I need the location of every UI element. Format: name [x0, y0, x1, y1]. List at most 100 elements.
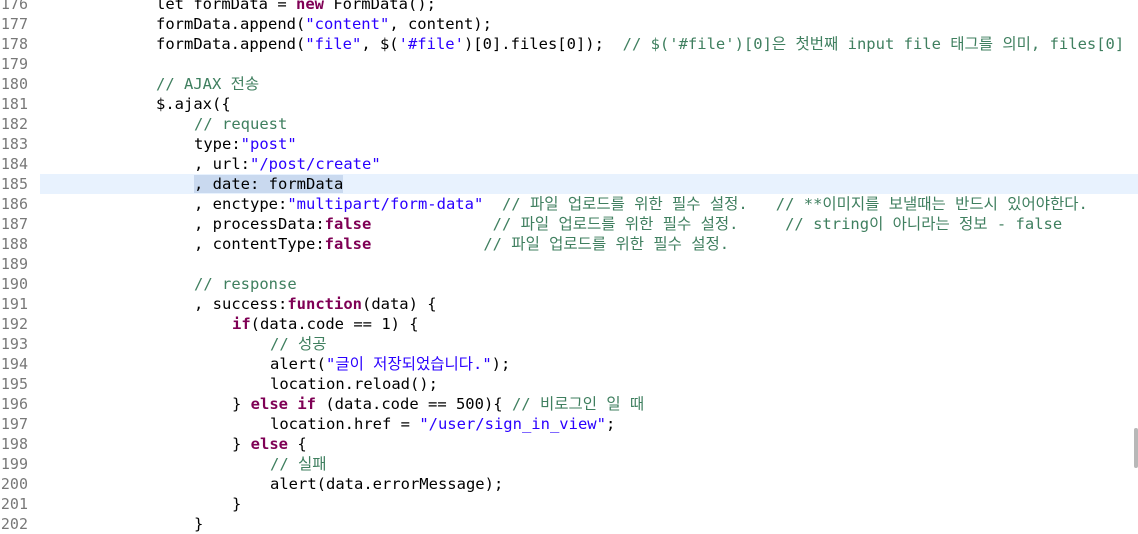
comment-token: // 비로그인 일 때: [511, 395, 645, 413]
code-text: } else if (data.code == 500){ // 비로그인 일 …: [232, 394, 644, 414]
line-number: 192: [0, 315, 28, 333]
code-line[interactable]: 177 formData.append("content", content);: [0, 14, 1138, 34]
keyword-token: new: [295, 0, 324, 13]
code-token: }: [232, 395, 251, 413]
code-text: , contentType:false // 파일 업로드를 위한 필수 설정.: [194, 234, 729, 254]
keyword-token: false: [324, 215, 372, 233]
code-line[interactable]: 194 alert("글이 저장되었습니다.");: [0, 354, 1138, 374]
code-token: );: [491, 355, 511, 373]
code-token: let formData =: [156, 0, 296, 13]
code-line[interactable]: 200 alert(data.errorMessage);: [0, 474, 1138, 494]
code-line[interactable]: 176 let formData = new FormData();: [0, 0, 1138, 14]
line-number: 187: [0, 215, 28, 233]
code-token: }: [194, 515, 204, 533]
code-token: location.reload();: [270, 375, 438, 393]
code-text: location.href = "/user/sign_in_view";: [270, 414, 615, 434]
code-token: , url:: [194, 155, 250, 173]
code-line[interactable]: 180 // AJAX 전송: [0, 74, 1138, 94]
code-text: , success:function(data) {: [194, 294, 437, 314]
code-token: alert(: [270, 355, 326, 373]
code-line[interactable]: 183 type:"post": [0, 134, 1138, 154]
code-line[interactable]: 199 // 실패: [0, 454, 1138, 474]
code-token: {: [288, 435, 307, 453]
code-text: // response: [194, 274, 297, 294]
code-line[interactable]: 187 , processData:false // 파일 업로드를 위한 필수 …: [0, 214, 1138, 234]
line-number: 182: [0, 115, 28, 133]
code-line[interactable]: 197 location.href = "/user/sign_in_view";: [0, 414, 1138, 434]
code-token: location.href =: [270, 415, 420, 433]
code-text: formData.append("content", content);: [156, 14, 492, 34]
comment-token: // AJAX 전송: [156, 75, 260, 93]
code-line[interactable]: 190 // response: [0, 274, 1138, 294]
keyword-token: else if: [250, 395, 316, 413]
code-token: , enctype:: [194, 195, 288, 213]
code-token: }: [232, 435, 251, 453]
keyword-token: if: [232, 315, 251, 333]
code-line[interactable]: 196} else if (data.code == 500){ // 비로그인…: [0, 394, 1138, 414]
comment-token: // 파일 업로드를 위한 필수 설정.: [483, 235, 730, 253]
code-text: , enctype:"multipart/form-data" // 파일 업로…: [194, 194, 1088, 214]
code-line[interactable]: 201}: [0, 494, 1138, 514]
code-line[interactable]: 188 , contentType:false // 파일 업로드를 위한 필수 …: [0, 234, 1138, 254]
line-number: 189: [0, 255, 28, 273]
code-lines: 176 let formData = new FormData(); 177 form…: [0, 0, 1138, 534]
code-text: }: [232, 494, 241, 514]
code-line[interactable]: 193 // 성공: [0, 334, 1138, 354]
code-line[interactable]: 182 // request: [0, 114, 1138, 134]
code-text: if(data.code == 1) {: [232, 314, 419, 334]
code-line[interactable]: 189: [0, 254, 1138, 274]
string-token: '#file': [398, 35, 464, 53]
code-token: )[0].files[0]);: [463, 35, 623, 53]
line-number: 194: [0, 355, 28, 373]
line-number: 188: [0, 235, 28, 253]
line-number: 190: [0, 275, 28, 293]
line-number: 186: [0, 195, 28, 213]
code-text: alert("글이 저장되었습니다.");: [270, 354, 510, 374]
code-line[interactable]: 179: [0, 54, 1138, 74]
code-line[interactable]: 178 formData.append("file", $('#file')[0]…: [0, 34, 1138, 54]
comment-token: // response: [194, 275, 297, 293]
line-number: 202: [0, 515, 28, 533]
code-token: FormData();: [323, 0, 436, 13]
code-line[interactable]: 185 , date: formData: [0, 174, 1138, 194]
comment-token: // 성공: [270, 335, 327, 353]
line-number: 179: [0, 55, 28, 73]
code-text: type:"post": [194, 134, 297, 154]
keyword-token: else: [250, 435, 288, 453]
code-text: // request: [194, 114, 287, 134]
code-token: , processData:: [194, 215, 325, 233]
keyword-token: false: [324, 235, 372, 253]
code-text: , url:"/post/create": [194, 154, 381, 174]
code-line[interactable]: 198} else {: [0, 434, 1138, 454]
code-text: // 실패: [270, 454, 327, 474]
string-token: "file": [305, 35, 362, 53]
code-token: , content);: [389, 15, 492, 33]
selected-text: , date: formData: [194, 175, 344, 193]
code-text: location.reload();: [270, 374, 438, 394]
string-token: "content": [305, 15, 390, 33]
code-text: $.ajax({: [156, 94, 231, 114]
code-text: // AJAX 전송: [156, 74, 259, 94]
comment-token: // 파일 업로드를 위한 필수 설정. // **이미지를 보낼때는 반드시 …: [501, 195, 1088, 213]
string-token: "/post/create": [250, 155, 381, 173]
code-line[interactable]: 191 , success:function(data) {: [0, 294, 1138, 314]
line-number: 191: [0, 295, 28, 313]
line-number: 198: [0, 435, 28, 453]
line-number: 200: [0, 475, 28, 493]
code-token: (data.code == 500){: [316, 395, 512, 413]
code-line[interactable]: 192 if(data.code == 1) {: [0, 314, 1138, 334]
code-line[interactable]: 195 location.reload();: [0, 374, 1138, 394]
code-line[interactable]: 184 , url:"/post/create": [0, 154, 1138, 174]
code-line[interactable]: 186 , enctype:"multipart/form-data" // 파일…: [0, 194, 1138, 214]
code-line[interactable]: 202}: [0, 514, 1138, 534]
code-editor[interactable]: 176 let formData = new FormData(); 177 form…: [0, 0, 1138, 534]
code-text: // 성공: [270, 334, 327, 354]
comment-token: // request: [194, 115, 288, 133]
code-token: formData.append(: [156, 35, 306, 53]
comment-token: // $('#file')[0]은 첫번째 input file 태그를 의미,…: [622, 35, 1125, 53]
scrollbar-thumb[interactable]: [1134, 428, 1138, 468]
line-number: 176: [0, 0, 28, 13]
code-line[interactable]: 181 $.ajax({: [0, 94, 1138, 114]
